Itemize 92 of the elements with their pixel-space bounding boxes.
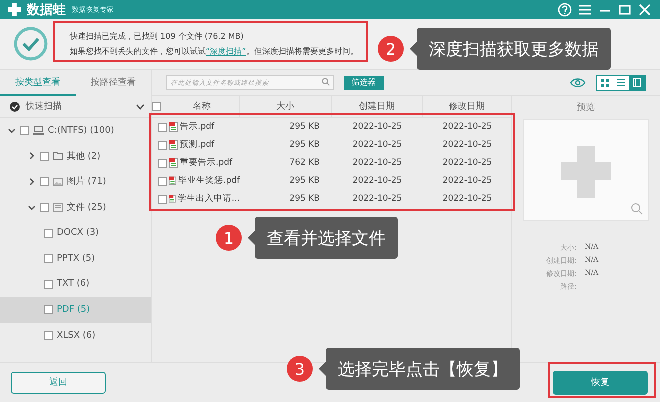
modified-date: 2022-10-25 — [442, 158, 494, 168]
modified-date: 2022-10-25 — [442, 140, 494, 150]
file-name: 重要告示.pdf — [180, 157, 232, 169]
logo-icon — [8, 3, 21, 16]
eye-icon[interactable] — [570, 78, 586, 88]
search-icon[interactable] — [322, 78, 330, 86]
document-icon — [53, 203, 63, 212]
chevron-down-icon[interactable] — [28, 204, 36, 212]
tree-item[interactable]: DOCX (3) — [0, 220, 151, 246]
file-name: 毕业生奖惩.pdf — [178, 175, 240, 187]
checkbox[interactable] — [44, 305, 53, 314]
tree-item[interactable]: C:(NTFS) (100) — [0, 118, 151, 144]
modified-date: 2022-10-25 — [442, 194, 494, 204]
checkbox[interactable] — [44, 254, 53, 264]
file-name: 告示.pdf — [180, 121, 214, 133]
folder-icon — [53, 152, 63, 160]
modified-date: 2022-10-25 — [442, 176, 494, 186]
scan-select[interactable]: 快速扫描 — [0, 96, 151, 118]
list-icon — [617, 78, 625, 86]
created-date: 2022-10-25 — [352, 140, 404, 150]
tree-item[interactable]: 其他 (2) — [0, 144, 151, 170]
checkbox[interactable] — [152, 102, 161, 111]
pointer-icon — [248, 231, 255, 245]
created-date: 2022-10-25 — [352, 158, 404, 168]
file-name: 学生出入申请... — [178, 193, 240, 205]
app-logo: 数据蛙 — [27, 2, 66, 18]
menu-icon[interactable] — [578, 4, 592, 16]
back-button[interactable]: 返回 — [11, 372, 106, 394]
column-header[interactable]: 修改日期 — [423, 96, 512, 117]
modified-date: 2022-10-25 — [442, 122, 494, 132]
pdf-file-icon — [169, 122, 178, 132]
chevron-down-icon[interactable] — [8, 126, 16, 135]
created-date: 2022-10-25 — [352, 194, 404, 204]
close-icon[interactable] — [638, 4, 652, 16]
deep-scan-link[interactable]: “深度扫描” — [206, 47, 246, 56]
file-size: 295 KB — [288, 194, 321, 204]
tree-item[interactable]: 文件 (25) — [0, 194, 151, 220]
tree-item[interactable]: TXT (6) — [0, 272, 151, 298]
filter-button[interactable]: 筛选器 — [344, 76, 384, 90]
tree-item[interactable]: 图片 (71) — [0, 169, 151, 195]
checkbox[interactable] — [158, 158, 167, 168]
image-icon — [53, 178, 63, 186]
check-circle-icon — [10, 102, 20, 112]
view-toggle[interactable] — [629, 76, 645, 90]
zoom-icon[interactable] — [631, 203, 643, 215]
checkbox[interactable] — [44, 228, 53, 238]
view-tab[interactable]: 按路径查看 — [76, 70, 151, 96]
checkbox[interactable] — [40, 203, 49, 212]
file-size: 762 KB — [288, 158, 321, 168]
pdf-file-icon — [169, 176, 176, 186]
pdf-file-icon — [169, 140, 178, 150]
checkbox[interactable] — [40, 177, 49, 186]
panel-icon — [633, 78, 641, 87]
help-icon[interactable] — [558, 2, 572, 16]
pdf-file-icon — [169, 158, 178, 168]
created-date: 2022-10-25 — [352, 122, 404, 132]
preview-title: 预览 — [577, 102, 595, 115]
column-header[interactable]: 创建日期 — [332, 96, 423, 117]
chevron-right-icon[interactable] — [28, 178, 36, 186]
created-date: 2022-10-25 — [352, 176, 404, 186]
checkbox[interactable] — [44, 280, 53, 289]
pdf-file-icon — [169, 194, 176, 204]
grid-icon — [601, 78, 609, 86]
column-header[interactable]: 大小 — [240, 96, 332, 117]
view-toggle[interactable] — [597, 76, 613, 90]
recover-button[interactable]: 恢复 — [553, 370, 648, 394]
deep-scan-hint: 如果您找不到丢失的文件，您可以试试“深度扫描”。但深度扫描将需要更多时间。 — [70, 46, 358, 57]
tree-item[interactable]: XLSX (6) — [0, 322, 151, 348]
pointer-icon — [410, 42, 417, 56]
pointer-icon — [319, 362, 326, 376]
scan-result-text: 快速扫描已完成，已找到 109 个文件 (76.2 MB) — [70, 31, 245, 42]
file-size: 295 KB — [288, 140, 321, 150]
file-size: 295 KB — [288, 176, 321, 186]
column-header[interactable]: 名称 — [152, 96, 240, 117]
checkbox[interactable] — [158, 176, 167, 186]
checkbox[interactable] — [158, 122, 167, 132]
checkbox[interactable] — [158, 194, 167, 204]
maximize-icon[interactable] — [618, 4, 632, 16]
step-number: 1 — [216, 225, 242, 251]
view-toggle[interactable] — [613, 76, 629, 90]
step-number: 3 — [287, 356, 313, 382]
file-name: 预测.pdf — [180, 139, 214, 151]
checkbox[interactable] — [158, 140, 167, 150]
file-size: 295 KB — [288, 122, 321, 132]
check-circle-icon — [14, 27, 48, 61]
checkbox[interactable] — [44, 331, 53, 340]
tree-item[interactable]: PPTX (5) — [0, 246, 151, 272]
checkbox[interactable] — [40, 152, 49, 161]
drive-icon — [33, 126, 44, 136]
chevron-down-icon — [136, 102, 145, 110]
chevron-right-icon[interactable] — [28, 152, 36, 160]
checkbox[interactable] — [20, 126, 29, 136]
